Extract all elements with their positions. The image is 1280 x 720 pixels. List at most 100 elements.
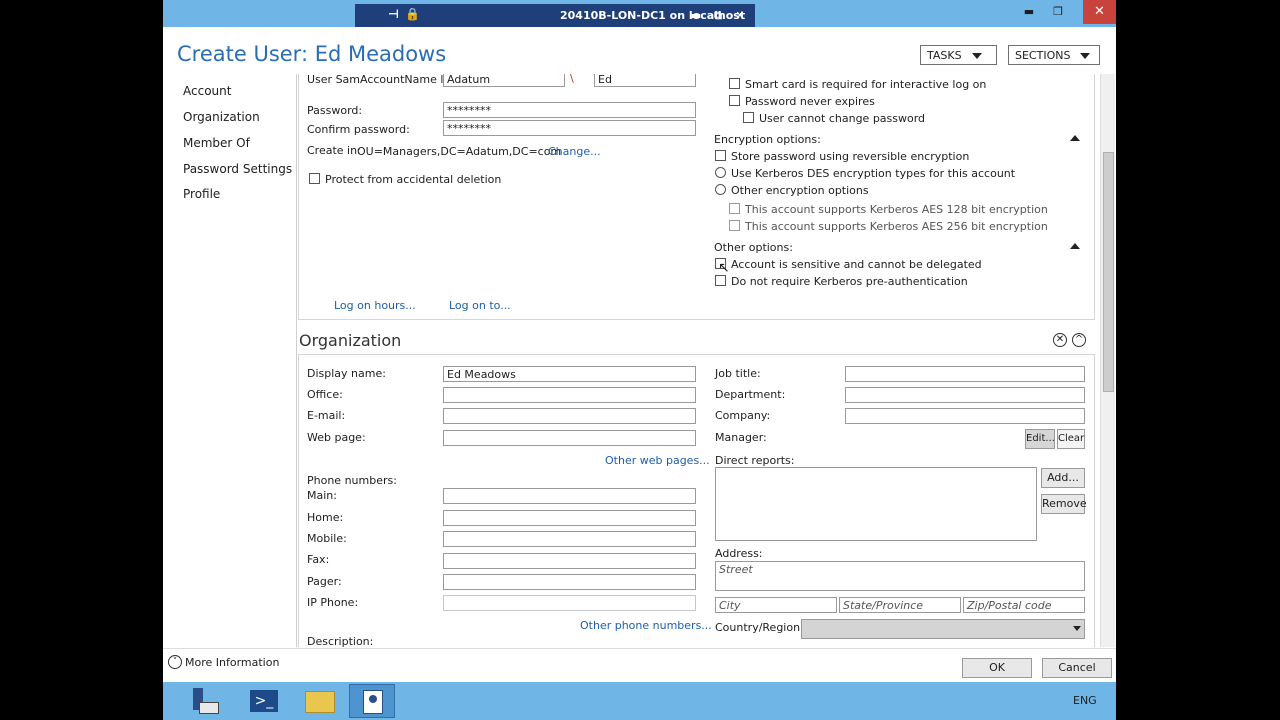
cancel-button[interactable]: Cancel (1042, 658, 1112, 678)
fax-field[interactable] (443, 553, 696, 569)
nav-profile[interactable]: Profile (183, 187, 220, 201)
chevron-down-icon (1080, 53, 1091, 59)
close-button[interactable]: ✕ (1083, 0, 1116, 24)
job-title-label: Job title: (715, 367, 761, 380)
change-link[interactable]: Change... (548, 145, 601, 158)
other-web-pages-link[interactable]: Other web pages... (605, 454, 710, 467)
logon-hours-link[interactable]: Log on hours... (334, 299, 416, 312)
organization-section: Display name: Ed Meadows Office: E-mail:… (298, 354, 1095, 647)
nav-password-settings[interactable]: Password Settings (183, 162, 292, 176)
mobile-phone-label: Mobile: (307, 532, 347, 545)
city-field[interactable]: City (715, 597, 837, 613)
rdp-minimize-button[interactable]: ▬ (685, 8, 707, 24)
collapse-up-icon[interactable] (1070, 243, 1080, 249)
rdp-restore-button[interactable]: ⧉ (707, 8, 729, 24)
organization-title: Organization (299, 331, 402, 350)
cannot-change-checkbox[interactable] (743, 112, 754, 123)
webpage-field[interactable] (443, 430, 696, 446)
home-phone-field[interactable] (443, 510, 696, 526)
logon-to-link[interactable]: Log on to... (449, 299, 511, 312)
aes128-checkbox[interactable] (729, 203, 740, 214)
collapse-up-icon[interactable] (1070, 135, 1080, 141)
pager-field[interactable] (443, 574, 696, 590)
email-field[interactable] (443, 408, 696, 424)
sensitive-label: Account is sensitive and cannot be deleg… (731, 258, 982, 271)
reversible-checkbox[interactable] (715, 150, 726, 161)
other-phone-numbers-link[interactable]: Other phone numbers... (580, 619, 712, 632)
direct-reports-list[interactable] (715, 467, 1037, 541)
lock-icon: 🔒 (405, 7, 420, 21)
pwd-never-expires-checkbox[interactable] (729, 95, 740, 106)
language-indicator[interactable]: ENG (1073, 694, 1097, 707)
ad-admin-center-icon[interactable] (349, 684, 395, 718)
page-title: Create User: Ed Meadows (177, 42, 447, 66)
tasks-button[interactable]: TASKS (920, 45, 997, 65)
company-label: Company: (715, 409, 771, 422)
sam-domain-field[interactable]: Adatum (443, 74, 565, 87)
password-field[interactable]: ******** (443, 102, 696, 118)
other-encryption-radio[interactable] (715, 184, 726, 195)
kerberos-des-radio[interactable] (715, 167, 726, 178)
create-in-label: Create in: (307, 144, 361, 157)
sections-button[interactable]: SECTIONS (1008, 45, 1100, 65)
nav-member-of[interactable]: Member Of (183, 136, 250, 150)
encryption-header: Encryption options: (714, 133, 821, 146)
protect-deletion-checkbox[interactable] (309, 173, 320, 184)
direct-reports-label: Direct reports: (715, 454, 795, 467)
vertical-scrollbar[interactable] (1100, 74, 1115, 647)
ip-phone-label: IP Phone: (307, 596, 359, 609)
collapse-section-icon[interactable]: ^ (1072, 333, 1086, 347)
account-section: User SamAccountName l... Adatum \ Ed Pas… (298, 74, 1095, 320)
sections-label: SECTIONS (1015, 49, 1071, 62)
office-field[interactable] (443, 387, 696, 403)
sam-separator: \ (570, 74, 574, 85)
nav-account[interactable]: Account (183, 84, 231, 98)
home-phone-label: Home: (307, 511, 344, 524)
expand-down-icon[interactable]: ˅ (168, 655, 182, 669)
country-select[interactable] (801, 619, 1085, 639)
department-label: Department: (715, 388, 786, 401)
no-preauth-checkbox[interactable] (715, 275, 726, 286)
add-direct-report-button[interactable]: Add... (1041, 468, 1085, 488)
cannot-change-label: User cannot change password (759, 112, 926, 125)
manager-label: Manager: (715, 431, 767, 444)
aes256-label: This account supports Kerberos AES 256 b… (745, 220, 1048, 233)
remove-direct-report-button[interactable]: Remove (1041, 494, 1087, 514)
scrollbar-thumb[interactable] (1103, 152, 1114, 392)
webpage-label: Web page: (307, 431, 366, 444)
state-field[interactable]: State/Province (839, 597, 961, 613)
more-information-link[interactable]: More Information (185, 656, 279, 669)
mobile-phone-field[interactable] (443, 531, 696, 547)
display-name-label: Display name: (307, 367, 386, 380)
manager-edit-button[interactable]: Edit... (1025, 429, 1055, 449)
manager-clear-button[interactable]: Clear (1057, 429, 1085, 449)
department-field[interactable] (845, 387, 1085, 403)
confirm-password-field[interactable]: ******** (443, 120, 696, 136)
file-explorer-icon[interactable] (297, 684, 343, 718)
company-field[interactable] (845, 408, 1085, 424)
pin-icon[interactable]: ⊣ (388, 7, 399, 21)
ok-button[interactable]: OK (962, 658, 1032, 678)
taskbar: >_ ENG (163, 682, 1116, 720)
rdp-close-button[interactable]: ✕ (729, 8, 751, 24)
maximize-button[interactable]: ❐ (1047, 4, 1069, 20)
aes256-checkbox[interactable] (729, 220, 740, 231)
rdp-connection-bar[interactable]: ⊣ 🔒 20410B-LON-DC1 on localhost ▬ ⧉ ✕ (355, 4, 755, 27)
street-field[interactable]: Street (715, 561, 1085, 591)
powershell-icon[interactable]: >_ (240, 684, 286, 718)
minimize-button[interactable]: ▬ (1018, 4, 1040, 20)
zip-field[interactable]: Zip/Postal code (963, 597, 1085, 613)
server-manager-icon[interactable] (183, 684, 229, 718)
nav-organization[interactable]: Organization (183, 110, 260, 124)
smart-card-checkbox[interactable] (729, 78, 740, 89)
office-label: Office: (307, 388, 343, 401)
ip-phone-field[interactable] (443, 595, 696, 611)
job-title-field[interactable] (845, 366, 1085, 382)
other-encryption-label: Other encryption options (731, 184, 869, 197)
sam-user-field[interactable]: Ed (594, 74, 696, 87)
address-label: Address: (715, 547, 763, 560)
close-section-icon[interactable]: ✕ (1053, 333, 1067, 347)
display-name-field[interactable]: Ed Meadows (443, 366, 696, 382)
main-phone-field[interactable] (443, 488, 696, 504)
smart-card-label: Smart card is required for interactive l… (745, 78, 987, 91)
